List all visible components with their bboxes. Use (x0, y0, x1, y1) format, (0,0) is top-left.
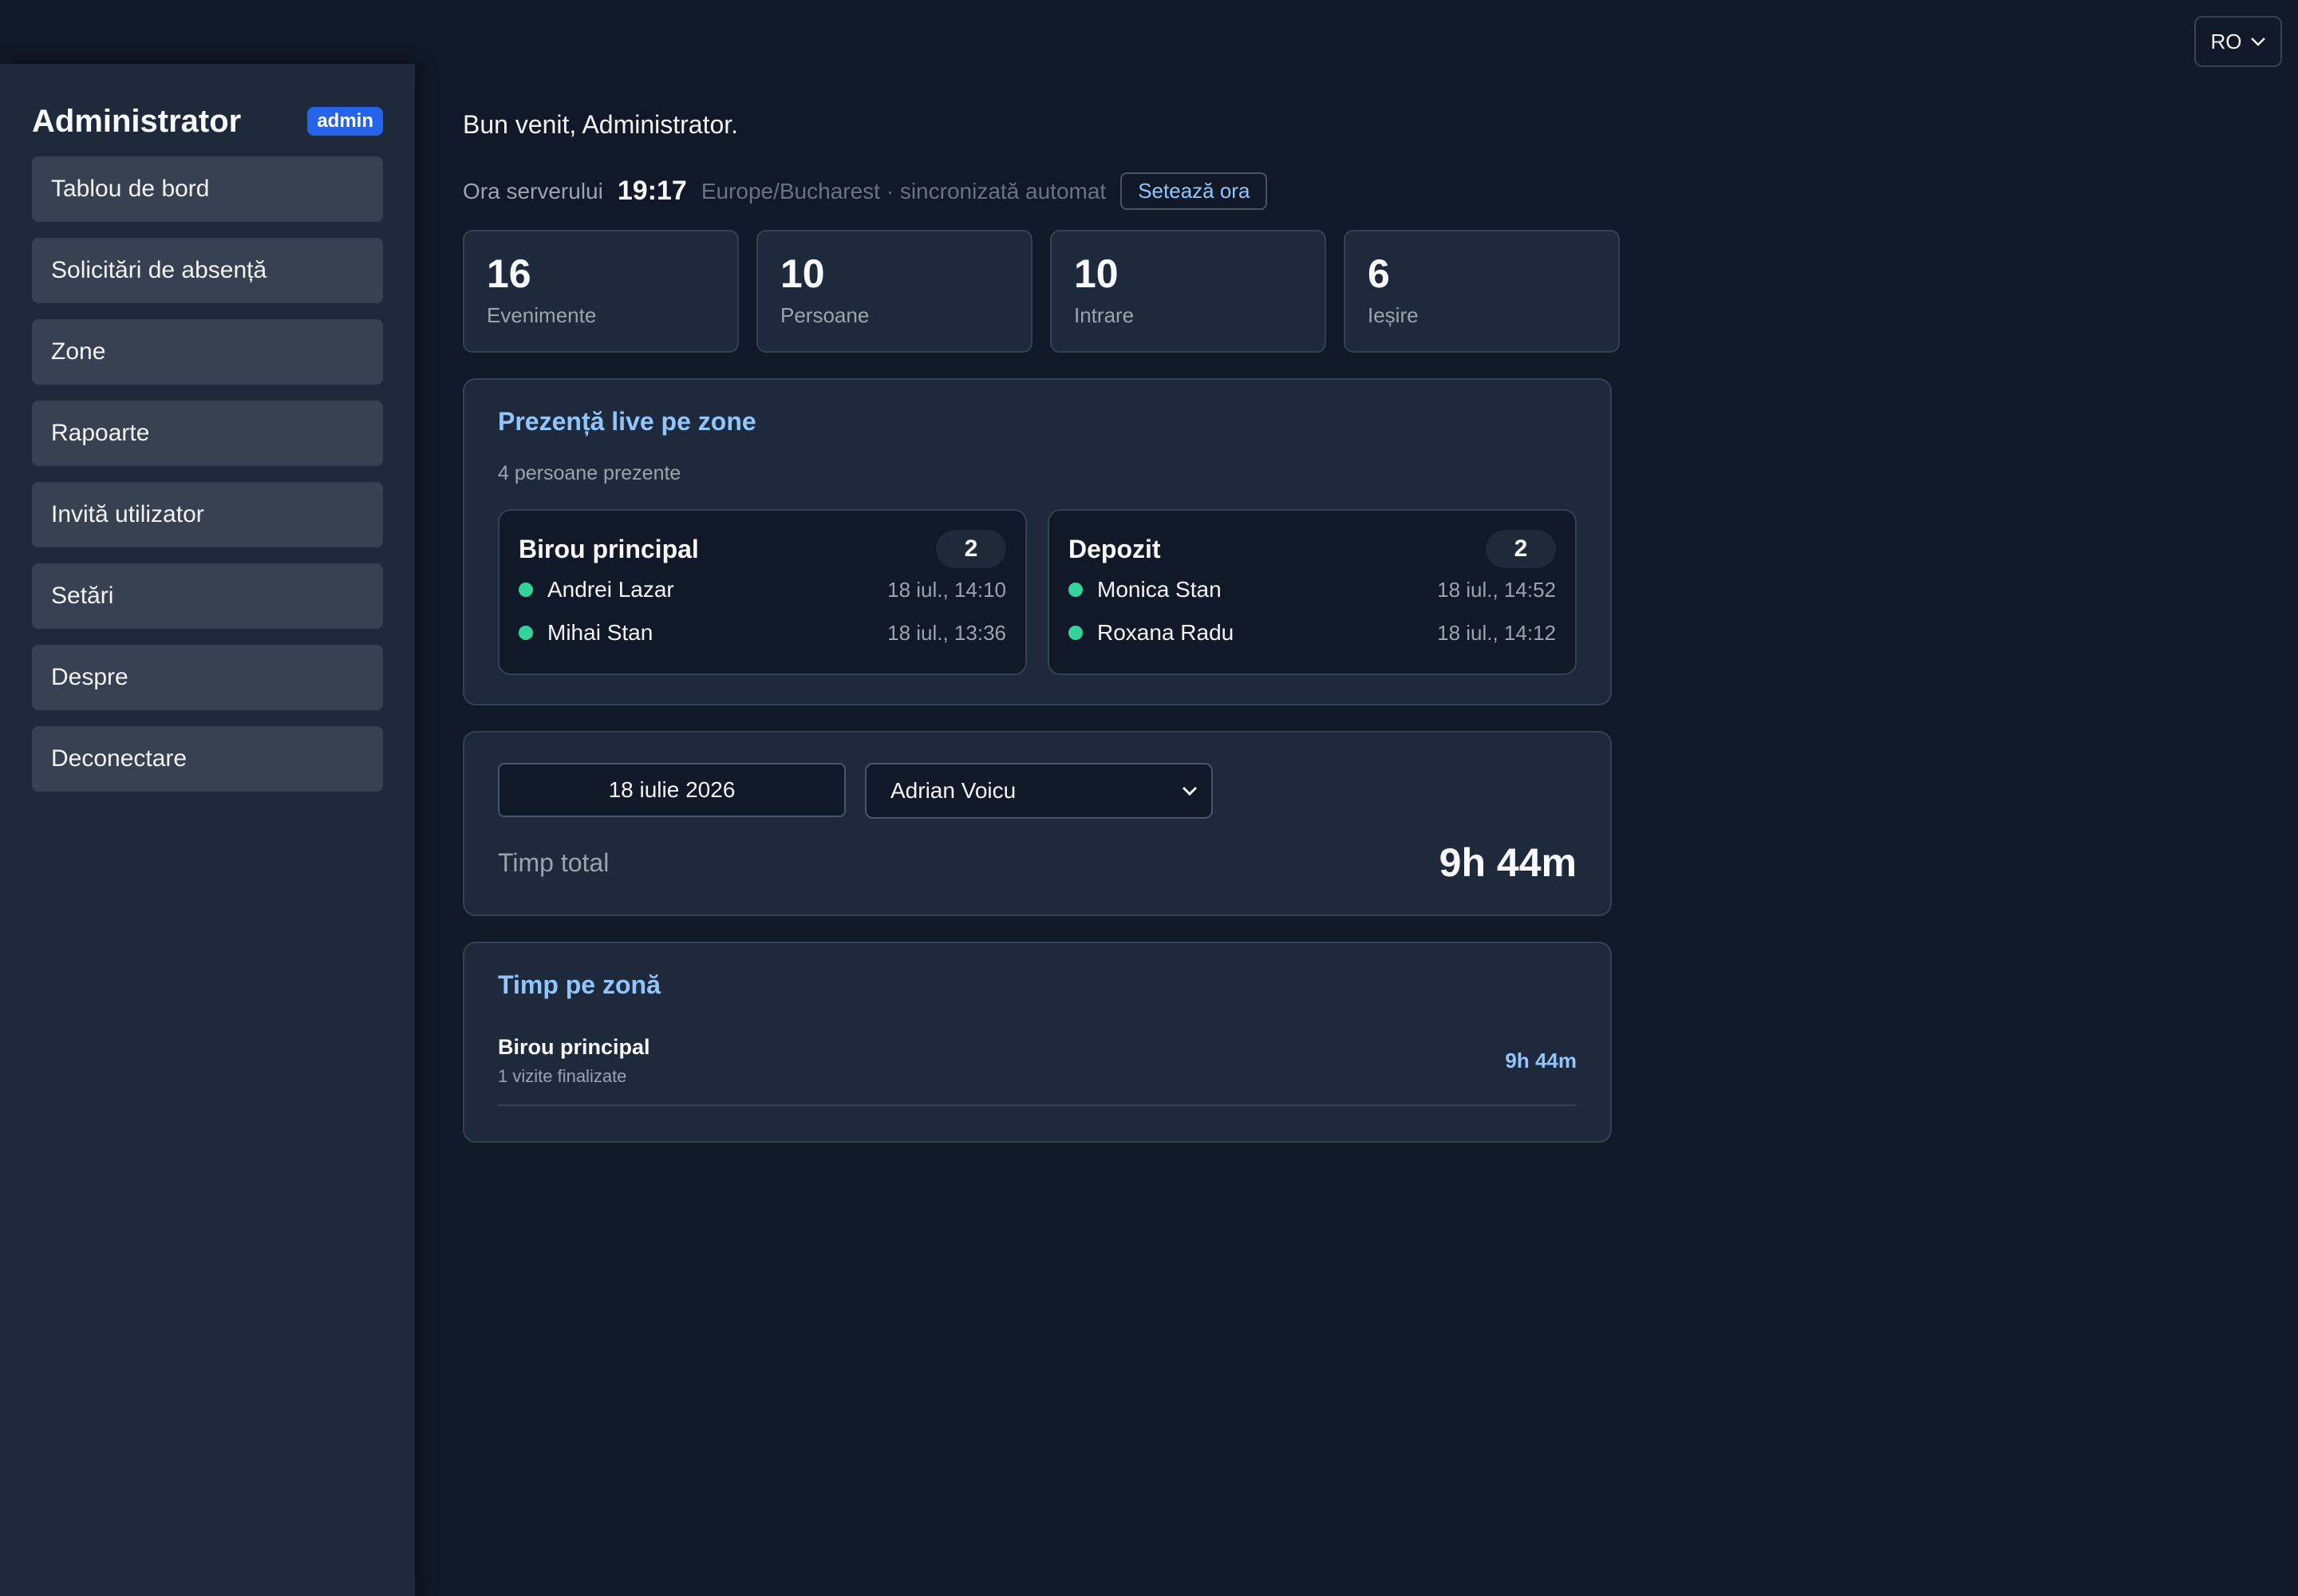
presence-item: Andrei Lazar 18 iul., 14:10 (519, 568, 1006, 611)
server-time-value: 19:17 (617, 176, 687, 206)
stat-label: Evenimente (487, 303, 597, 327)
zone-time-value: 9h 44m (1505, 1049, 1577, 1073)
stat-card-entry: 10 Intrare (1050, 230, 1326, 353)
presence-item: Mihai Stan 18 iul., 13:36 (519, 611, 1006, 654)
person-select-value: Adrian Voicu (890, 778, 1017, 803)
zone-card: Birou principal 2 Andrei Lazar 18 iul., … (498, 509, 1027, 675)
online-dot-icon (1068, 583, 1083, 597)
time-per-zone-title: Timp pe zonă (498, 970, 661, 999)
zone-name: Birou principal (519, 534, 699, 563)
time-tracking-card: 18 iulie 2026 Adrian Voicu Timp total 9h… (463, 731, 1612, 916)
stat-card-people: 10 Persoane (756, 230, 1033, 353)
language-label: RO (2210, 29, 2242, 53)
zone-count-badge: 2 (1486, 530, 1556, 568)
server-timezone: Europe/Bucharest · sincronizată automat (701, 178, 1107, 203)
stat-value: 10 (1074, 251, 1119, 296)
live-presence-title: Prezență live pe zone (498, 407, 756, 436)
sidebar-item-logout[interactable]: Deconectare (32, 726, 383, 792)
server-time-label: Ora serverului (463, 178, 603, 203)
sidebar-header: Administrator admin (32, 96, 383, 147)
role-badge: admin (307, 107, 383, 136)
stat-label: Persoane (780, 303, 870, 327)
stats-row: 16 Evenimente 10 Persoane 10 Intrare 6 I… (463, 230, 1620, 353)
person-time: 18 iul., 14:12 (1437, 620, 1556, 645)
person-name: Roxana Radu (1097, 620, 1234, 645)
stat-label: Ieșire (1368, 303, 1419, 327)
welcome-message: Bun venit, Administrator. (463, 110, 739, 139)
live-presence-subtitle: 4 persoane prezente (498, 462, 681, 484)
stat-value: 10 (780, 251, 825, 296)
zone-time-name: Birou principal (498, 1035, 650, 1059)
set-time-button[interactable]: Setează ora (1120, 172, 1268, 210)
sidebar: Administrator admin Tablou de bord Solic… (0, 64, 415, 1596)
zone-time-visits: 1 vizite finalizate (498, 1066, 627, 1086)
online-dot-icon (1068, 626, 1083, 640)
online-dot-icon (519, 626, 533, 640)
online-dot-icon (519, 583, 533, 597)
list-item: Birou principal 1 vizite finalizate 9h 4… (498, 1035, 1577, 1106)
total-time-value: 9h 44m (1439, 840, 1577, 885)
sidebar-item-zones[interactable]: Zone (32, 319, 383, 385)
person-name: Andrei Lazar (547, 577, 674, 602)
zone-header: Birou principal 2 (519, 530, 1006, 568)
filter-controls: 18 iulie 2026 Adrian Voicu (498, 763, 1577, 819)
stat-label: Intrare (1074, 303, 1135, 327)
stat-value: 6 (1368, 251, 1390, 296)
stat-value: 16 (487, 251, 531, 296)
sidebar-item-dashboard[interactable]: Tablou de bord (32, 156, 383, 222)
person-name: Monica Stan (1097, 577, 1222, 602)
zone-card: Depozit 2 Monica Stan 18 iul., 14:52 Rox… (1048, 509, 1577, 675)
person-select[interactable]: Adrian Voicu (865, 763, 1213, 819)
person-time: 18 iul., 13:36 (887, 620, 1006, 645)
zone-list: Birou principal 2 Andrei Lazar 18 iul., … (498, 509, 1577, 675)
date-input[interactable]: 18 iulie 2026 (498, 763, 846, 817)
time-per-zone-card: Timp pe zonă Birou principal 1 vizite fi… (463, 942, 1612, 1143)
sidebar-item-reports[interactable]: Rapoarte (32, 401, 383, 466)
total-time-row: Timp total 9h 44m (498, 839, 1577, 886)
sidebar-item-settings[interactable]: Setări (32, 563, 383, 629)
person-time: 18 iul., 14:10 (887, 577, 1006, 602)
chevron-down-icon (1182, 786, 1198, 796)
person-time: 18 iul., 14:52 (1437, 577, 1556, 602)
server-time-row: Ora serverului 19:17 Europe/Bucharest · … (463, 172, 1268, 210)
zone-count-badge: 2 (936, 530, 1006, 568)
presence-item: Roxana Radu 18 iul., 14:12 (1068, 611, 1556, 654)
zone-name: Depozit (1068, 534, 1161, 563)
live-presence-card: Prezență live pe zone 4 persoane prezent… (463, 378, 1612, 705)
chevron-down-icon (2250, 38, 2265, 46)
sidebar-item-absence-requests[interactable]: Solicitări de absență (32, 238, 383, 303)
stat-card-events: 16 Evenimente (463, 230, 739, 353)
total-time-label: Timp total (498, 847, 610, 877)
person-name: Mihai Stan (547, 620, 653, 645)
sidebar-item-about[interactable]: Despre (32, 645, 383, 710)
zone-header: Depozit 2 (1068, 530, 1556, 568)
presence-item: Monica Stan 18 iul., 14:52 (1068, 568, 1556, 611)
language-selector[interactable]: RO (2194, 16, 2282, 67)
stat-card-exit: 6 Ieșire (1344, 230, 1620, 353)
sidebar-title: Administrator (32, 103, 242, 139)
sidebar-item-invite-user[interactable]: Invită utilizator (32, 482, 383, 547)
